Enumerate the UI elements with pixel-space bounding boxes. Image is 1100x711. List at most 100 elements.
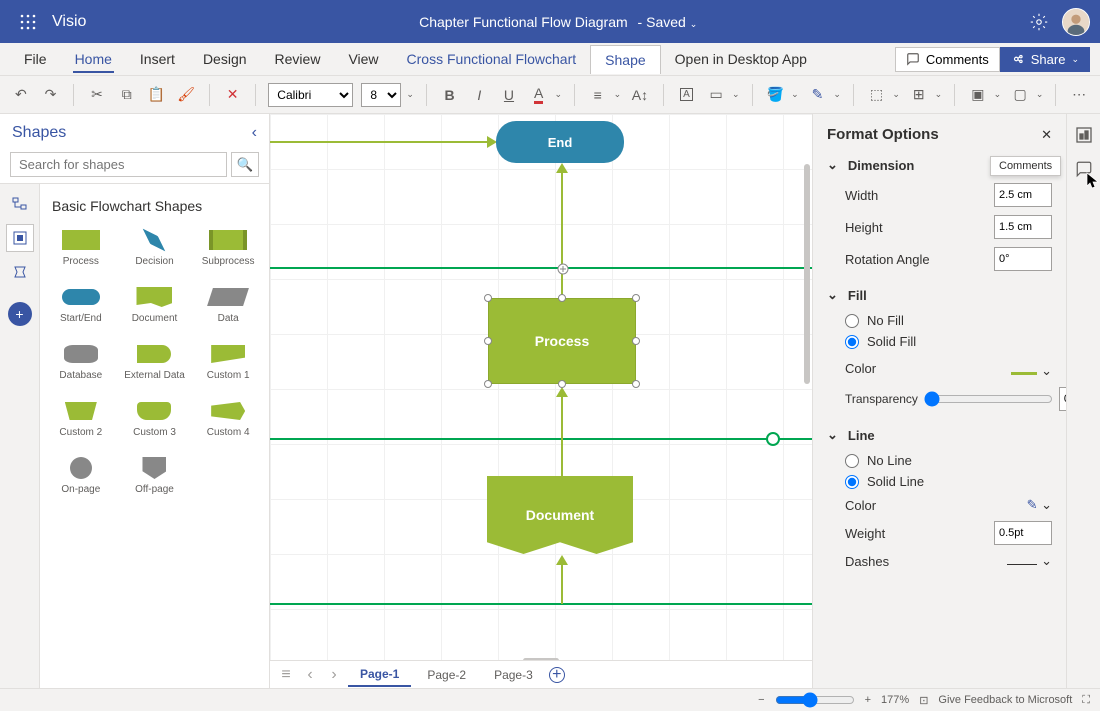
fill-color-button[interactable]: 🪣 xyxy=(764,82,786,108)
font-color-button[interactable]: A xyxy=(528,82,550,108)
canvas-shape-process[interactable]: Process xyxy=(488,298,636,384)
collapse-shapes-icon[interactable]: ‹ xyxy=(252,124,257,142)
radio-solid-fill[interactable]: Solid Fill xyxy=(845,334,1052,349)
tab-file[interactable]: File xyxy=(10,45,61,73)
line-color-swatch[interactable]: ✎ ⌄ xyxy=(1027,497,1052,513)
zoom-out-button[interactable]: − xyxy=(758,694,764,706)
data-graphics-icon[interactable] xyxy=(1071,122,1097,148)
page-menu-icon[interactable]: ≡ xyxy=(276,666,296,684)
text-box-button[interactable]: A xyxy=(676,82,698,108)
weight-input[interactable] xyxy=(994,521,1052,545)
radio-no-fill[interactable]: No Fill xyxy=(845,313,1052,328)
canvas-scrollbar[interactable] xyxy=(804,164,810,384)
shape-process[interactable]: Process xyxy=(46,224,116,271)
transparency-slider[interactable] xyxy=(924,391,1053,407)
shape-data[interactable]: Data xyxy=(193,281,263,328)
shapes-search-input[interactable] xyxy=(10,152,227,177)
tab-cross-functional[interactable]: Cross Functional Flowchart xyxy=(393,45,591,73)
document-title[interactable]: Chapter Functional Flow Diagram - Saved … xyxy=(86,14,1030,30)
width-input[interactable] xyxy=(994,183,1052,207)
zoom-in-button[interactable]: + xyxy=(865,694,871,706)
shape-external-data[interactable]: External Data xyxy=(120,338,190,385)
underline-button[interactable]: U xyxy=(498,82,520,108)
feedback-link[interactable]: Give Feedback to Microsoft xyxy=(938,694,1072,706)
tab-review[interactable]: Review xyxy=(261,45,335,73)
transparency-input[interactable] xyxy=(1059,387,1066,411)
page-tab-1[interactable]: Page-1 xyxy=(348,663,411,687)
open-desktop-button[interactable]: Open in Desktop App xyxy=(661,45,821,73)
paste-button[interactable]: 📋 xyxy=(146,82,168,108)
tab-shape[interactable]: Shape xyxy=(590,45,660,74)
canvas[interactable]: End Process Document ≡ ‹ › Page-1 Page-2… xyxy=(270,114,812,688)
shape-start-end[interactable]: Start/End xyxy=(46,281,116,328)
shapes-search-button[interactable]: 🔍 xyxy=(231,152,259,177)
tab-view[interactable]: View xyxy=(334,45,392,73)
font-size-select[interactable]: 8 xyxy=(361,83,401,107)
shape-insert-button[interactable]: ▭ xyxy=(705,82,727,108)
stencil-tab-2[interactable] xyxy=(6,224,34,252)
align-button[interactable]: ≡ xyxy=(587,82,609,108)
main-area: Shapes ‹ 🔍 + Basic Flowchart Shapes Proc… xyxy=(0,114,1100,688)
page-next-button[interactable]: › xyxy=(324,666,344,684)
shapes-panel: Shapes ‹ 🔍 + Basic Flowchart Shapes Proc… xyxy=(0,114,270,688)
shape-subprocess[interactable]: Subprocess xyxy=(193,224,263,271)
canvas-shape-document[interactable]: Document xyxy=(487,476,633,554)
height-input[interactable] xyxy=(994,215,1052,239)
shape-custom1[interactable]: Custom 1 xyxy=(193,338,263,385)
more-button[interactable]: ⋯ xyxy=(1068,82,1090,108)
shape-decision[interactable]: Decision xyxy=(120,224,190,271)
settings-icon[interactable] xyxy=(1030,13,1048,31)
share-icon xyxy=(1011,52,1025,66)
page-tab-3[interactable]: Page-3 xyxy=(482,664,545,686)
stencil-tab-1[interactable] xyxy=(6,190,34,218)
zoom-value[interactable]: 177% xyxy=(881,694,909,706)
shape-database[interactable]: Database xyxy=(46,338,116,385)
delete-button[interactable]: ✕ xyxy=(222,82,244,108)
align-objects-button[interactable]: ⊞ xyxy=(908,82,930,108)
add-page-button[interactable]: + xyxy=(549,667,565,683)
radio-solid-line[interactable]: Solid Line xyxy=(845,474,1052,489)
format-painter-button[interactable]: 🖌 xyxy=(175,82,197,108)
send-back-button[interactable]: ▢ xyxy=(1009,82,1031,108)
shapes-group-title: Basic Flowchart Shapes xyxy=(52,198,263,214)
user-avatar[interactable] xyxy=(1062,8,1090,36)
stencil-tab-3[interactable] xyxy=(6,258,34,286)
fullscreen-button[interactable]: ⛶ xyxy=(1082,694,1090,707)
shape-custom3[interactable]: Custom 3 xyxy=(120,395,190,442)
fill-color-swatch[interactable]: ⌄ xyxy=(1011,357,1052,379)
comments-button[interactable]: Comments xyxy=(895,47,1000,72)
share-button[interactable]: Share ⌄ xyxy=(1000,47,1090,72)
italic-button[interactable]: I xyxy=(468,82,490,108)
radio-no-line[interactable]: No Line xyxy=(845,453,1052,468)
shape-document[interactable]: Document xyxy=(120,281,190,328)
copy-button[interactable]: ⧉ xyxy=(116,82,138,108)
bold-button[interactable]: B xyxy=(439,82,461,108)
shape-onpage[interactable]: On-page xyxy=(46,452,116,499)
close-format-icon[interactable]: ✕ xyxy=(1041,127,1052,143)
rotation-input[interactable] xyxy=(994,247,1052,271)
app-launcher-icon[interactable] xyxy=(10,14,46,30)
add-stencil-button[interactable]: + xyxy=(8,302,32,326)
page-prev-button[interactable]: ‹ xyxy=(300,666,320,684)
line-color-button[interactable]: ✎ xyxy=(807,82,829,108)
shape-offpage[interactable]: Off-page xyxy=(120,452,190,499)
dashes-dropdown[interactable]: ⌄ xyxy=(1007,553,1052,569)
shape-custom4[interactable]: Custom 4 xyxy=(193,395,263,442)
undo-button[interactable]: ↶ xyxy=(10,82,32,108)
page-tab-2[interactable]: Page-2 xyxy=(415,664,478,686)
section-fill[interactable]: ⌄Fill xyxy=(827,287,1052,303)
tab-home[interactable]: Home xyxy=(61,45,126,73)
shape-custom2[interactable]: Custom 2 xyxy=(46,395,116,442)
bring-front-button[interactable]: ▣ xyxy=(967,82,989,108)
text-size-button[interactable]: A↕ xyxy=(629,82,651,108)
tab-design[interactable]: Design xyxy=(189,45,261,73)
tab-insert[interactable]: Insert xyxy=(126,45,189,73)
fit-page-button[interactable]: ⊡ xyxy=(919,694,928,707)
zoom-slider[interactable] xyxy=(775,692,855,708)
section-line[interactable]: ⌄Line xyxy=(827,427,1052,443)
cut-button[interactable]: ✂ xyxy=(86,82,108,108)
canvas-shape-end[interactable]: End xyxy=(496,121,624,163)
redo-button[interactable]: ↷ xyxy=(40,82,62,108)
arrange-button[interactable]: ⬚ xyxy=(866,82,888,108)
font-select[interactable]: Calibri xyxy=(268,83,353,107)
